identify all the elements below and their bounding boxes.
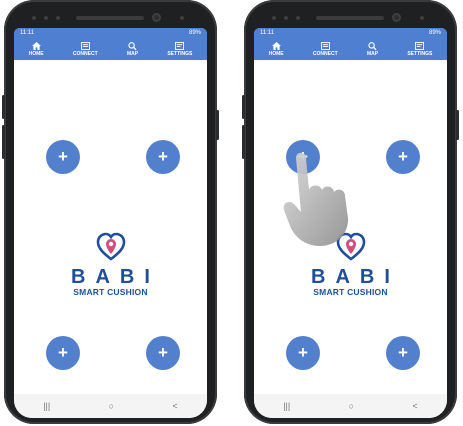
phone-right: 11:11 89% HOME CONNECT MAP SETTINGS + BA…	[242, 0, 459, 424]
brand-name: BABI	[71, 266, 160, 288]
search-icon	[368, 41, 377, 50]
nav-map[interactable]: MAP	[366, 41, 379, 57]
nav-map-label: MAP	[126, 50, 139, 57]
nav-home-label: HOME	[28, 50, 44, 57]
add-button[interactable]: +	[386, 140, 420, 174]
app-screen: 11:11 89% HOME CONNECT MAP SETTINGS +	[254, 28, 447, 418]
volume-button	[2, 95, 5, 119]
babi-logo: BABI SMART CUSHION	[14, 232, 207, 297]
nav-connect[interactable]: CONNECT	[312, 41, 338, 57]
nav-map-label: MAP	[366, 50, 379, 57]
status-bar: 11:11 89%	[14, 28, 207, 38]
add-button[interactable]: +	[386, 336, 420, 370]
sensor-dot	[296, 16, 300, 20]
brand-tagline: SMART CUSHION	[73, 287, 148, 297]
power-button	[216, 110, 219, 140]
settings-icon	[175, 41, 185, 50]
nav-connect[interactable]: CONNECT	[72, 41, 98, 57]
add-button[interactable]: +	[146, 336, 180, 370]
front-camera	[152, 13, 161, 22]
connect-icon	[80, 41, 90, 50]
home-content: + + BABI SMART CUSHION + +	[14, 60, 207, 394]
system-nav-bar: ||| ○ <	[254, 394, 447, 418]
nav-home-label: HOME	[268, 50, 284, 57]
status-battery: 89%	[428, 30, 441, 36]
sensor-dot	[284, 16, 288, 20]
home-button[interactable]: ○	[349, 401, 354, 411]
sensor-dot	[180, 16, 184, 20]
recents-button[interactable]: |||	[283, 401, 290, 411]
top-nav: HOME CONNECT MAP SETTINGS	[14, 38, 207, 60]
sensor-dot	[272, 16, 276, 20]
add-button[interactable]: +	[146, 140, 180, 174]
brand-tagline: SMART CUSHION	[313, 287, 388, 297]
earpiece	[76, 16, 144, 20]
bixby-button	[2, 125, 5, 159]
volume-button	[242, 95, 245, 119]
home-icon	[31, 41, 41, 50]
nav-home[interactable]: HOME	[268, 41, 284, 57]
sensor-dot	[44, 16, 48, 20]
settings-icon	[415, 41, 425, 50]
connect-icon	[320, 41, 330, 50]
sensor-dot	[56, 16, 60, 20]
power-button	[456, 110, 459, 140]
front-camera	[392, 13, 401, 22]
back-button[interactable]: <	[173, 401, 178, 411]
search-icon	[128, 41, 137, 50]
nav-map[interactable]: MAP	[126, 41, 139, 57]
status-time: 11:11	[20, 30, 35, 36]
system-nav-bar: ||| ○ <	[14, 394, 207, 418]
nav-home[interactable]: HOME	[28, 41, 44, 57]
recents-button[interactable]: |||	[43, 401, 50, 411]
sensor-dot	[32, 16, 36, 20]
app-screen: 11:11 89% HOME CONNECT MAP SETTINGS +	[14, 28, 207, 418]
home-button[interactable]: ○	[109, 401, 114, 411]
home-content: + + BABI SMART CUSHION + +	[254, 60, 447, 394]
sensor-dot	[420, 16, 424, 20]
status-time: 11:11	[260, 30, 275, 36]
heart-pin-icon	[96, 232, 125, 261]
nav-settings[interactable]: SETTINGS	[167, 41, 193, 57]
add-button[interactable]: +	[286, 336, 320, 370]
home-icon	[271, 41, 281, 50]
tap-hand-icon	[283, 152, 349, 246]
brand-name: BABI	[311, 266, 400, 288]
bixby-button	[242, 125, 245, 159]
nav-settings-label: SETTINGS	[167, 50, 193, 57]
add-button[interactable]: +	[46, 336, 80, 370]
top-nav: HOME CONNECT MAP SETTINGS	[254, 38, 447, 60]
phone-left: 11:11 89% HOME CONNECT MAP SETTINGS + + …	[2, 0, 219, 424]
nav-settings-label: SETTINGS	[407, 50, 433, 57]
status-battery: 89%	[188, 30, 201, 36]
nav-connect-label: CONNECT	[312, 50, 338, 57]
nav-connect-label: CONNECT	[72, 50, 98, 57]
status-bar: 11:11 89%	[254, 28, 447, 38]
add-button[interactable]: +	[46, 140, 80, 174]
back-button[interactable]: <	[413, 401, 418, 411]
earpiece	[316, 16, 384, 20]
nav-settings[interactable]: SETTINGS	[407, 41, 433, 57]
